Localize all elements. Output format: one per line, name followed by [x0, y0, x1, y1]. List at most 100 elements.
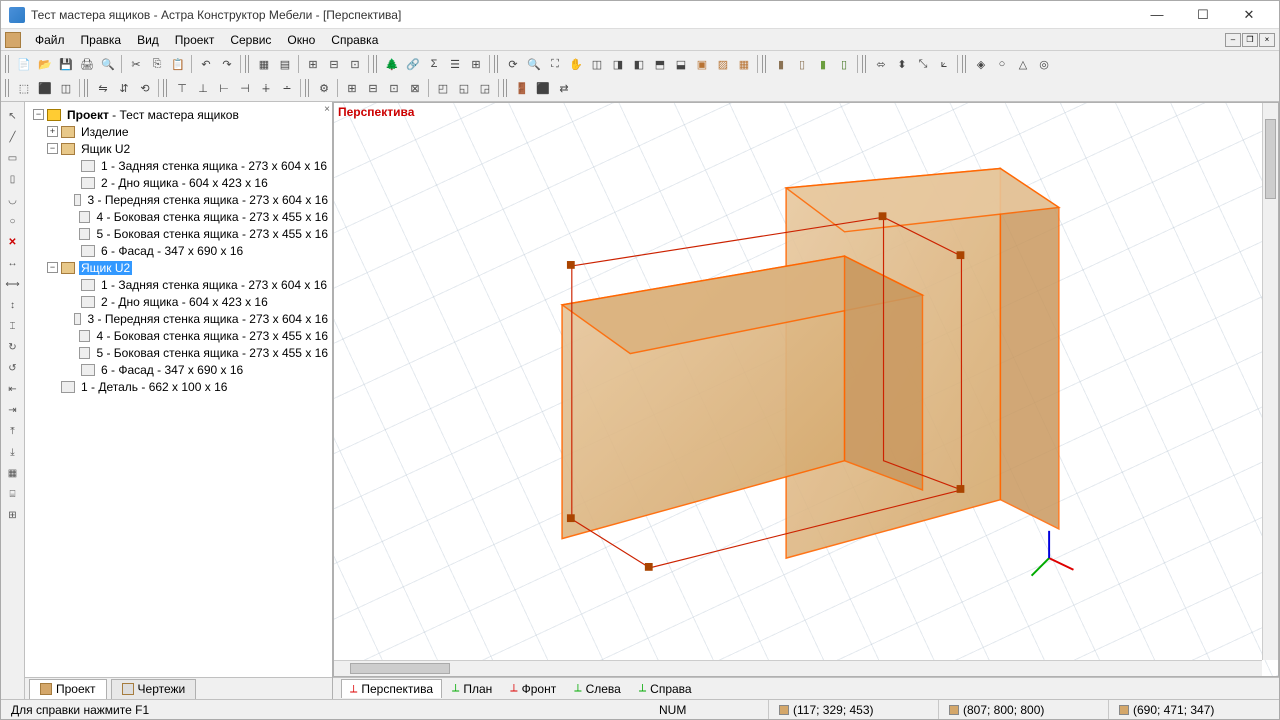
rotate-cw-icon[interactable]: ↻ — [3, 337, 23, 357]
furniture3-icon[interactable]: ⇄ — [554, 78, 574, 98]
tab-project[interactable]: Проект — [29, 679, 107, 699]
delete-icon[interactable]: ✕ — [3, 232, 23, 252]
view5-icon[interactable]: ⬓ — [671, 54, 691, 74]
menu-help[interactable]: Справка — [323, 31, 386, 49]
align3-icon[interactable]: ⊡ — [345, 54, 365, 74]
tree-part-item[interactable]: 4 - Боковая стенка ящика - 273 x 455 x 1… — [27, 327, 330, 344]
view1-icon[interactable]: ◫ — [587, 54, 607, 74]
view-tab-right[interactable]: ⟂Справа — [631, 680, 700, 698]
table-icon[interactable]: ⊞ — [466, 54, 486, 74]
tree-part-item[interactable]: 3 - Передняя стенка ящика - 273 x 604 x … — [27, 191, 330, 208]
in-icon[interactable]: ⇤ — [3, 379, 23, 399]
t4-icon[interactable]: ⊣ — [235, 78, 255, 98]
furniture1-icon[interactable]: 🚪 — [512, 78, 532, 98]
menu-view[interactable]: Вид — [129, 31, 167, 49]
arc-icon[interactable]: ◡ — [3, 190, 23, 210]
panel-close-icon[interactable]: × — [324, 104, 330, 115]
toolbar-grip[interactable] — [84, 79, 90, 97]
render2-icon[interactable]: ▨ — [713, 54, 733, 74]
toolbar-grip[interactable] — [762, 55, 768, 73]
out-icon[interactable]: ⇥ — [3, 400, 23, 420]
rotate-ccw-icon[interactable]: ↺ — [3, 358, 23, 378]
collapse-icon[interactable]: − — [47, 262, 58, 273]
paste-icon[interactable]: 📋 — [168, 54, 188, 74]
toolbar-grip[interactable] — [373, 55, 379, 73]
zoom-fit-icon[interactable]: ⛶ — [545, 54, 565, 74]
cursor-icon[interactable]: ↖ — [3, 106, 23, 126]
viewport-3d[interactable]: Перспектива — [333, 102, 1279, 677]
tab-drawings[interactable]: Чертежи — [111, 679, 197, 699]
cube-icon[interactable]: ◈ — [971, 54, 991, 74]
link-icon[interactable]: 🔗 — [403, 54, 423, 74]
grid-tool-icon[interactable]: ⊞ — [3, 505, 23, 525]
move-icon[interactable]: ↔ — [3, 253, 23, 273]
view-tab-plan[interactable]: ⟂План — [444, 680, 500, 698]
refresh-icon[interactable]: ⟳ — [503, 54, 523, 74]
view3-icon[interactable]: ◧ — [629, 54, 649, 74]
mdi-minimize[interactable]: – — [1225, 33, 1241, 47]
struct-icon[interactable]: ⌸ — [3, 484, 23, 504]
flip-h-icon[interactable]: ⇋ — [93, 78, 113, 98]
grid-icon[interactable]: ▦ — [254, 54, 274, 74]
undo-icon[interactable]: ↶ — [196, 54, 216, 74]
dim4-icon[interactable]: ⟀ — [934, 54, 954, 74]
select3-icon[interactable]: ◫ — [56, 78, 76, 98]
layout7-icon[interactable]: ◲ — [475, 78, 495, 98]
layout3-icon[interactable]: ⊡ — [384, 78, 404, 98]
tree-icon[interactable]: 🌲 — [382, 54, 402, 74]
tree-part-item[interactable]: 3 - Передняя стенка ящика - 273 x 604 x … — [27, 310, 330, 327]
torus-icon[interactable]: ◎ — [1034, 54, 1054, 74]
cone-icon[interactable]: △ — [1013, 54, 1033, 74]
material3-icon[interactable]: ▮ — [813, 54, 833, 74]
sphere-icon[interactable]: ○ — [992, 54, 1012, 74]
texture-icon[interactable]: ▦ — [3, 463, 23, 483]
material2-icon[interactable]: ▯ — [792, 54, 812, 74]
close-button[interactable]: ✕ — [1227, 3, 1271, 27]
dim1-icon[interactable]: ⬄ — [871, 54, 891, 74]
tree-product[interactable]: + Изделие — [27, 123, 330, 140]
tree-part-item[interactable]: 5 - Боковая стенка ящика - 273 x 455 x 1… — [27, 225, 330, 242]
mdi-close[interactable]: × — [1259, 33, 1275, 47]
toolbar-grip[interactable] — [305, 79, 311, 97]
select-icon[interactable]: ⬚ — [14, 78, 34, 98]
view4-icon[interactable]: ⬒ — [650, 54, 670, 74]
render3-icon[interactable]: ▦ — [734, 54, 754, 74]
list-icon[interactable]: ☰ — [445, 54, 465, 74]
material4-icon[interactable]: ▯ — [834, 54, 854, 74]
gear-icon[interactable]: ⚙ — [314, 78, 334, 98]
scrollbar-horizontal[interactable] — [334, 660, 1262, 676]
down-icon[interactable]: ⤓ — [3, 442, 23, 462]
toolbar-grip[interactable] — [862, 55, 868, 73]
layout4-icon[interactable]: ⊠ — [405, 78, 425, 98]
sigma-icon[interactable]: Σ — [424, 54, 444, 74]
tree-drawer-1[interactable]: − Ящик U2 — [27, 140, 330, 157]
copy-icon[interactable]: ⎘ — [147, 54, 167, 74]
tree-root[interactable]: − Проект - Тест мастера ящиков — [27, 106, 330, 123]
preview-icon[interactable]: 🔍 — [98, 54, 118, 74]
t1-icon[interactable]: ⊤ — [172, 78, 192, 98]
text-icon[interactable]: ⌶ — [3, 316, 23, 336]
zoom-in-icon[interactable]: 🔍 — [524, 54, 544, 74]
t6-icon[interactable]: ∸ — [277, 78, 297, 98]
menu-service[interactable]: Сервис — [222, 31, 279, 49]
new-icon[interactable]: 📄 — [14, 54, 34, 74]
dim2-icon[interactable]: ⬍ — [892, 54, 912, 74]
line-icon[interactable]: ╱ — [3, 127, 23, 147]
tree-part-item[interactable]: 4 - Боковая стенка ящика - 273 x 455 x 1… — [27, 208, 330, 225]
render1-icon[interactable]: ▣ — [692, 54, 712, 74]
tree-detail[interactable]: 1 - Деталь - 662 x 100 x 16 — [27, 378, 330, 395]
view2-icon[interactable]: ◨ — [608, 54, 628, 74]
project-tree[interactable]: − Проект - Тест мастера ящиков + Изделие… — [25, 102, 332, 677]
scrollbar-vertical[interactable] — [1262, 103, 1278, 660]
layout1-icon[interactable]: ⊞ — [342, 78, 362, 98]
tree-part-item[interactable]: 2 - Дно ящика - 604 x 423 x 16 — [27, 293, 330, 310]
toolbar-grip[interactable] — [503, 79, 509, 97]
tree-part-item[interactable]: 1 - Задняя стенка ящика - 273 x 604 x 16 — [27, 157, 330, 174]
pan-icon[interactable]: ✋ — [566, 54, 586, 74]
align2-icon[interactable]: ⊟ — [324, 54, 344, 74]
redo-icon[interactable]: ↷ — [217, 54, 237, 74]
toolbar-grip[interactable] — [245, 55, 251, 73]
mdi-restore[interactable]: ❐ — [1242, 33, 1258, 47]
rect-icon[interactable]: ▭ — [3, 148, 23, 168]
align-icon[interactable]: ⊞ — [303, 54, 323, 74]
